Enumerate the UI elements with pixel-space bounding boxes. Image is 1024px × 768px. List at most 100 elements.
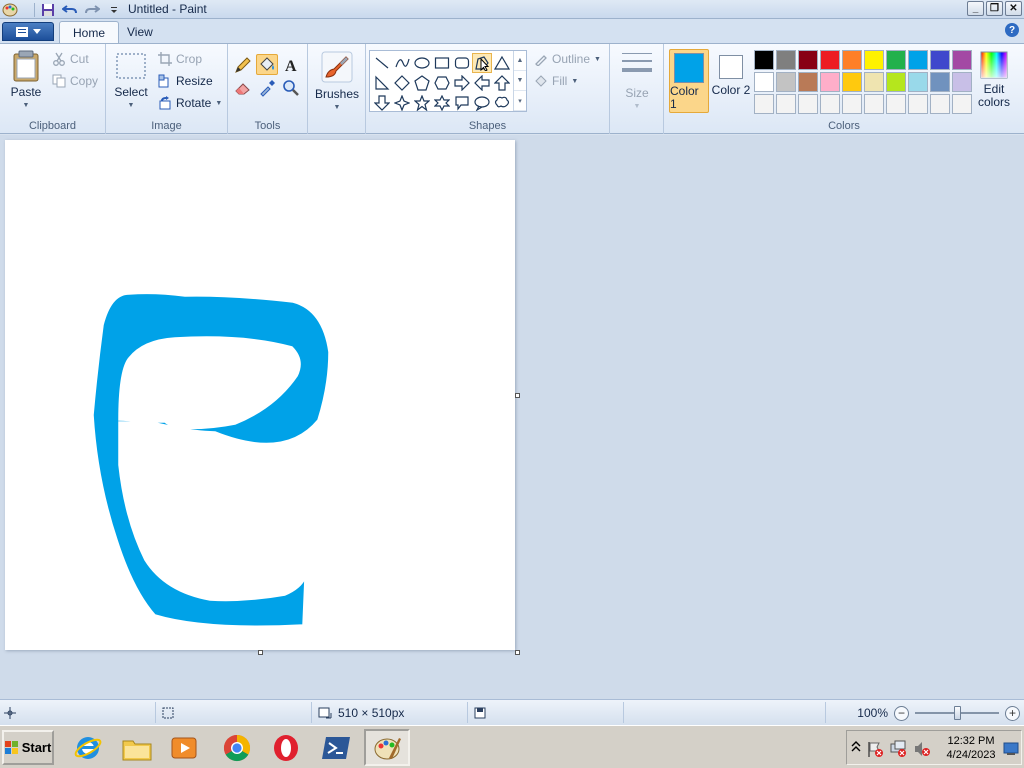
palette-color-swatch[interactable] [908,94,928,114]
zoom-slider[interactable] [915,706,999,720]
palette-color-swatch[interactable] [864,94,884,114]
internet-explorer-icon[interactable] [70,729,106,766]
palette-color-swatch[interactable] [798,72,818,92]
file-explorer-icon[interactable] [119,729,155,766]
opera-icon[interactable] [268,729,304,766]
palette-color-swatch[interactable] [886,94,906,114]
curve-shape-icon[interactable] [392,53,412,73]
rounded-rectangle-shape-icon[interactable] [452,53,472,73]
paste-dropdown-arrow[interactable]: ▼ [23,99,30,112]
magnifier-icon[interactable] [280,77,302,98]
palette-color-swatch[interactable] [952,50,972,70]
polygon-shape-icon[interactable] [472,53,492,73]
pencil-icon[interactable] [232,54,254,75]
color2-button[interactable]: Color 2 [711,49,751,113]
paint-taskbar-icon[interactable] [364,729,410,766]
customize-toolbar-icon[interactable] [105,2,123,18]
brushes-dropdown-arrow[interactable]: ▼ [334,101,341,114]
palette-color-swatch[interactable] [754,50,774,70]
palette-color-swatch[interactable] [776,72,796,92]
select-button[interactable]: Select ▼ [112,52,150,112]
palette-color-swatch[interactable] [930,72,950,92]
zoom-in-button[interactable]: + [1005,705,1020,721]
paint-app-icon[interactable] [2,2,18,17]
show-hidden-icons-icon[interactable] [851,740,861,757]
palette-color-swatch[interactable] [754,94,774,114]
rotate-button[interactable]: Rotate ▼ [158,94,222,112]
color1-button[interactable]: Color 1 [669,49,709,113]
eraser-icon[interactable] [232,77,254,98]
edit-colors-button[interactable]: Edit colors [974,50,1014,109]
zoom-out-button[interactable]: − [894,705,909,721]
palette-color-swatch[interactable] [842,94,862,114]
rectangle-shape-icon[interactable] [432,53,452,73]
close-button[interactable]: ✕ [1005,1,1022,16]
color-picker-icon[interactable] [256,77,278,98]
rotate-dropdown-arrow[interactable]: ▼ [215,100,222,107]
media-player-icon[interactable] [166,729,202,766]
paint-menu-button[interactable] [2,22,54,41]
palette-color-swatch[interactable] [886,50,906,70]
left-arrow-shape-icon[interactable] [472,73,492,93]
tab-home[interactable]: Home [59,21,120,43]
palette-color-swatch[interactable] [798,94,818,114]
five-point-star-shape-icon[interactable] [412,93,432,113]
undo-icon[interactable] [61,2,79,18]
pentagon-shape-icon[interactable] [412,73,432,93]
palette-color-swatch[interactable] [864,50,884,70]
resize-handle-corner[interactable] [515,650,520,655]
up-arrow-shape-icon[interactable] [492,73,512,93]
drawing-canvas[interactable] [5,140,515,650]
size-button[interactable]: Size ▼ [617,50,657,113]
four-point-star-shape-icon[interactable] [392,93,412,113]
start-button[interactable]: Start [2,730,54,765]
down-arrow-shape-icon[interactable] [372,93,392,113]
palette-color-swatch[interactable] [798,50,818,70]
six-point-star-shape-icon[interactable] [432,93,452,113]
hexagon-shape-icon[interactable] [432,73,452,93]
fill-button[interactable]: Fill ▼ [534,72,578,90]
restore-button[interactable]: ❐ [986,1,1003,16]
minimize-button[interactable]: _ [967,1,984,16]
text-icon[interactable]: A [280,54,302,75]
palette-color-swatch[interactable] [952,94,972,114]
palette-color-swatch[interactable] [930,50,950,70]
palette-color-swatch[interactable] [908,72,928,92]
paste-button[interactable]: Paste ▼ [6,50,46,112]
rounded-callout-shape-icon[interactable] [452,93,472,113]
redo-icon[interactable] [83,2,101,18]
palette-color-swatch[interactable] [754,72,774,92]
palette-color-swatch[interactable] [776,50,796,70]
size-dropdown-arrow[interactable]: ▼ [634,100,641,113]
triangle-shape-icon[interactable] [492,53,512,73]
palette-color-swatch[interactable] [820,72,840,92]
scroll-up-icon[interactable]: ▲ [514,51,526,71]
resize-handle-bottom[interactable] [258,650,263,655]
powershell-icon[interactable] [318,729,354,766]
outline-button[interactable]: Outline ▼ [534,50,601,68]
scroll-down-icon[interactable]: ▼ [514,71,526,91]
palette-color-swatch[interactable] [776,94,796,114]
right-triangle-shape-icon[interactable] [372,73,392,93]
palette-color-swatch[interactable] [908,50,928,70]
resize-handle-right[interactable] [515,393,520,398]
action-center-flag-icon[interactable] [866,740,884,761]
palette-color-swatch[interactable] [842,72,862,92]
palette-color-swatch[interactable] [864,72,884,92]
oval-callout-shape-icon[interactable] [472,93,492,113]
show-desktop-icon[interactable] [1003,740,1019,759]
palette-color-swatch[interactable] [820,94,840,114]
palette-color-swatch[interactable] [886,72,906,92]
clock[interactable]: 12:32 PM 4/24/2023 [943,734,999,762]
resize-button[interactable]: Resize [158,72,213,90]
tab-view[interactable]: View [114,21,166,43]
expand-gallery-icon[interactable]: ▾ [514,91,526,111]
select-dropdown-arrow[interactable]: ▼ [128,99,135,112]
shapes-scrollbar[interactable]: ▲ ▼ ▾ [513,51,526,111]
save-icon[interactable] [39,2,57,18]
right-arrow-shape-icon[interactable] [452,73,472,93]
fill-bucket-icon[interactable] [256,54,278,75]
palette-color-swatch[interactable] [952,72,972,92]
help-button[interactable]: ? [1005,23,1019,37]
copy-button[interactable]: Copy [52,72,98,90]
